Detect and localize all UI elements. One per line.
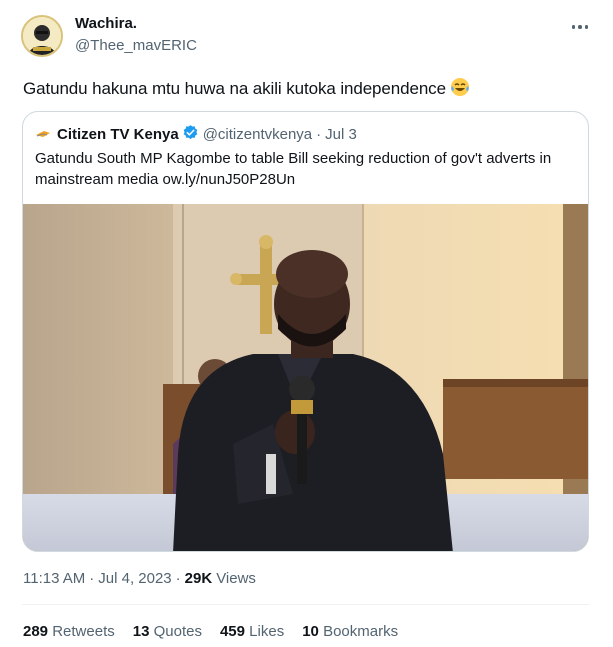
views-label: Views — [216, 570, 256, 587]
stat-label: Quotes — [153, 623, 202, 640]
retweets-stat[interactable]: 289 Retweets — [23, 623, 115, 640]
stat-count: 459 — [219, 623, 245, 640]
church-speaker-photo — [23, 204, 588, 551]
quoted-tweet-card[interactable]: Citizen TV Kenya @citizentvkenya · Jul 3… — [22, 111, 589, 552]
quoted-video-image[interactable] — [23, 204, 588, 551]
more-dot-icon — [571, 25, 576, 29]
stat-label: Retweets — [52, 623, 115, 640]
quoted-text: Gatundu South MP Kagombe to table Bill s… — [35, 150, 552, 188]
stat-label: Likes — [249, 623, 285, 640]
author-display-name[interactable]: Wachira. — [75, 15, 137, 32]
quoted-author-name[interactable]: Citizen TV Kenya — [57, 126, 179, 143]
tweet: Wachira. @Thee_mavERIC Gatundu hakuna mt… — [0, 0, 613, 647]
stat-count: 10 — [302, 623, 319, 640]
tweet-date[interactable]: Jul 4, 2023 — [98, 570, 171, 587]
tears-of-joy-emoji-icon — [450, 77, 470, 103]
quoted-date[interactable]: Jul 3 — [325, 126, 357, 143]
stat-count: 13 — [132, 623, 150, 640]
more-dot-icon — [584, 25, 589, 29]
quotes-stat[interactable]: 13 Quotes — [133, 623, 202, 640]
tweet-text: Gatundu hakuna mtu huwa na akili kutoka … — [23, 77, 470, 103]
verified-badge-icon — [182, 124, 199, 145]
divider — [22, 604, 589, 605]
bookmarks-stat[interactable]: 10 Bookmarks — [302, 623, 398, 640]
citizen-tv-logo-icon — [35, 126, 51, 142]
stat-count: 289 — [23, 623, 49, 640]
tweet-time[interactable]: 11:13 AM — [23, 570, 85, 587]
meta-separator: · — [175, 570, 181, 587]
quoted-separator: · — [316, 125, 322, 143]
more-dot-icon — [578, 25, 582, 29]
quoted-author-handle: @citizentvkenya — [202, 125, 313, 143]
avatar[interactable] — [21, 15, 63, 57]
portrait-avatar-icon — [23, 17, 61, 55]
quoted-header: Citizen TV Kenya @citizentvkenya · Jul 3 — [35, 124, 357, 144]
likes-stat[interactable]: 459 Likes — [220, 623, 284, 640]
stat-label: Bookmarks — [323, 623, 399, 640]
tweet-body: Gatundu hakuna mtu huwa na akili kutoka … — [23, 79, 446, 98]
views-count: 29K — [184, 570, 213, 587]
author-handle[interactable]: @Thee_mavERIC — [75, 37, 197, 54]
engagement-stats: 289 Retweets 13 Quotes 459 Likes 10 Book… — [23, 623, 398, 640]
tweet-timestamp-row: 11:13 AM · Jul 4, 2023 · 29K Views — [23, 570, 256, 587]
more-options-button[interactable] — [568, 18, 592, 36]
meta-separator: · — [89, 570, 95, 587]
